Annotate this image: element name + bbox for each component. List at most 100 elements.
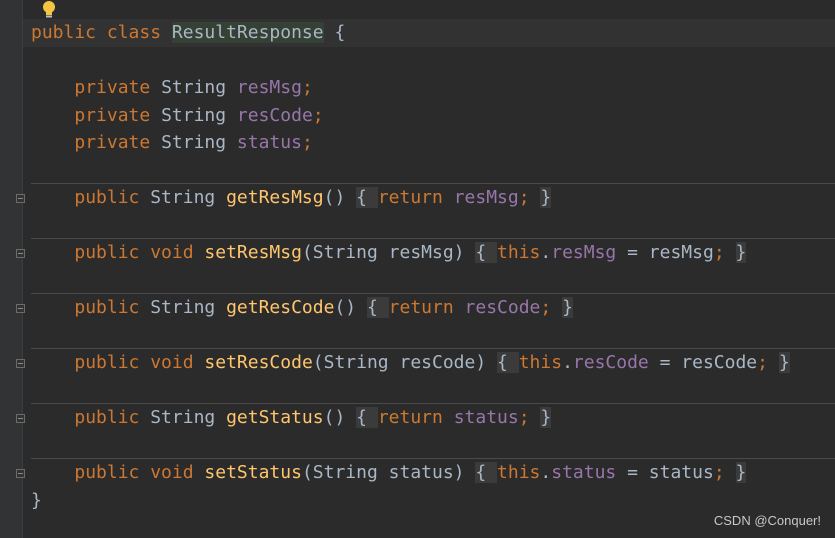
lightbulb-icon[interactable] bbox=[40, 0, 58, 20]
code-line[interactable] bbox=[31, 267, 790, 295]
field-name: resCode bbox=[572, 352, 649, 373]
fold-toggle-icon[interactable] bbox=[16, 414, 25, 423]
code-line[interactable] bbox=[31, 157, 790, 185]
code-token: = status bbox=[616, 462, 714, 483]
code-token: } bbox=[735, 242, 747, 263]
code-line[interactable]: private String resMsg; bbox=[31, 74, 790, 102]
keyword: private bbox=[74, 77, 162, 98]
keyword: return bbox=[388, 297, 465, 318]
code-line[interactable]: public void setStatus(String status) { t… bbox=[31, 459, 790, 487]
code-token: (String resCode) bbox=[312, 352, 498, 373]
code-token: } bbox=[31, 489, 42, 511]
keyword: this bbox=[497, 462, 541, 483]
code-token: String bbox=[150, 407, 227, 428]
keyword: ; bbox=[713, 462, 736, 483]
keyword: public bbox=[74, 187, 151, 208]
fold-toggle-icon[interactable] bbox=[16, 194, 25, 203]
keyword: ; bbox=[312, 104, 324, 126]
keyword: public bbox=[74, 297, 151, 318]
code-line[interactable]: private String resCode; bbox=[31, 102, 790, 130]
keyword: void bbox=[150, 462, 205, 483]
keyword: ; bbox=[301, 132, 313, 153]
field-name: resMsg bbox=[551, 242, 617, 263]
code-line[interactable] bbox=[31, 47, 790, 75]
field-name: status bbox=[551, 462, 617, 483]
code-line[interactable] bbox=[31, 212, 790, 240]
method-name: setResMsg bbox=[204, 242, 302, 263]
field-name: resCode bbox=[464, 297, 541, 318]
code-token: (String resMsg) bbox=[301, 242, 476, 263]
keyword: ; bbox=[518, 407, 541, 428]
fold-toggle-icon[interactable] bbox=[16, 304, 25, 313]
editor-gutter bbox=[0, 0, 23, 538]
code-token: = resCode bbox=[648, 352, 758, 373]
code-editor[interactable]: public class ResultResponse { private St… bbox=[31, 19, 790, 514]
code-line[interactable]: } bbox=[31, 487, 790, 515]
keyword: return bbox=[377, 187, 454, 208]
code-line[interactable]: public String getStatus() { return statu… bbox=[31, 404, 790, 432]
code-token: . bbox=[540, 242, 552, 263]
code-line[interactable]: public String getResMsg() { return resMs… bbox=[31, 184, 790, 212]
code-token: { bbox=[475, 242, 498, 263]
keyword: public bbox=[74, 462, 151, 483]
watermark: CSDN @Conquer! bbox=[713, 513, 821, 528]
fold-toggle-icon[interactable] bbox=[16, 359, 25, 368]
code-token: () bbox=[323, 407, 357, 428]
code-token: (String status) bbox=[301, 462, 476, 483]
keyword: class bbox=[106, 22, 172, 43]
code-line[interactable]: private String status; bbox=[31, 129, 790, 157]
method-name: getStatus bbox=[226, 407, 324, 428]
code-token: } bbox=[540, 187, 552, 208]
code-token: { bbox=[356, 407, 378, 428]
field-name: resCode bbox=[236, 104, 313, 126]
code-token: { bbox=[323, 22, 346, 43]
method-name: setResCode bbox=[204, 352, 313, 373]
code-token: { bbox=[356, 187, 378, 208]
keyword: ; bbox=[301, 77, 313, 98]
code-line[interactable]: public void setResCode(String resCode) {… bbox=[31, 349, 790, 377]
method-name: getResMsg bbox=[226, 187, 324, 208]
code-token: String bbox=[150, 187, 227, 208]
code-line[interactable] bbox=[31, 322, 790, 350]
keyword: public bbox=[31, 22, 107, 43]
code-line[interactable]: public String getResCode() { return resC… bbox=[31, 294, 790, 322]
keyword: public bbox=[74, 352, 151, 373]
field-name: resMsg bbox=[236, 77, 302, 98]
fold-toggle-icon[interactable] bbox=[16, 249, 25, 258]
keyword: this bbox=[497, 242, 541, 263]
fold-toggle-icon[interactable] bbox=[16, 469, 25, 478]
keyword: private bbox=[74, 132, 162, 153]
keyword: void bbox=[150, 242, 205, 263]
code-token: { bbox=[497, 352, 519, 373]
field-name: resMsg bbox=[453, 187, 519, 208]
code-token: } bbox=[735, 462, 747, 483]
code-token: . bbox=[540, 462, 552, 483]
class-name: ResultResponse bbox=[171, 22, 324, 43]
code-token: . bbox=[562, 352, 573, 373]
code-line[interactable] bbox=[31, 377, 790, 405]
code-line[interactable] bbox=[31, 432, 790, 460]
code-token: String bbox=[161, 132, 237, 153]
keyword: public bbox=[74, 242, 151, 263]
keyword: ; bbox=[540, 297, 563, 318]
keyword: ; bbox=[518, 187, 541, 208]
code-token: String bbox=[161, 77, 237, 98]
code-line[interactable]: public void setResMsg(String resMsg) { t… bbox=[31, 239, 790, 267]
code-token: () bbox=[334, 297, 367, 318]
keyword: void bbox=[150, 352, 205, 373]
code-token: } bbox=[562, 297, 573, 318]
keyword: return bbox=[377, 407, 454, 428]
code-line[interactable]: public class ResultResponse { bbox=[31, 19, 790, 47]
code-token: = resMsg bbox=[616, 242, 714, 263]
keyword: ; bbox=[757, 352, 779, 373]
keyword: ; bbox=[713, 242, 736, 263]
